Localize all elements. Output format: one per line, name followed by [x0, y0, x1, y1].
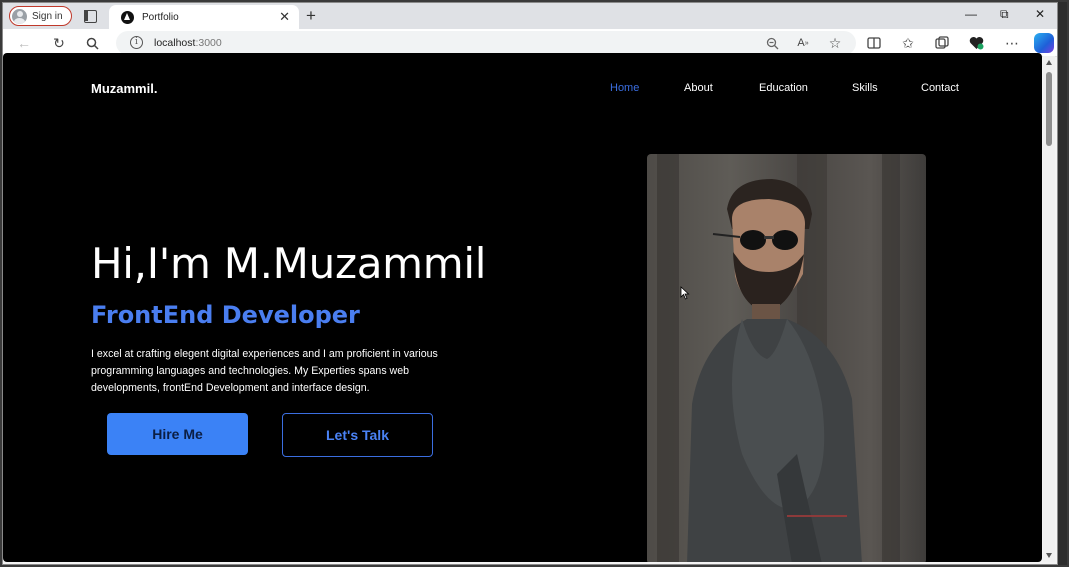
browser-essentials-icon[interactable] [967, 34, 985, 52]
favicon-icon [121, 10, 134, 24]
more-menu-icon[interactable]: ⋯ [1003, 34, 1021, 52]
refresh-icon[interactable]: ↻ [50, 34, 68, 52]
nav-home[interactable]: Home [610, 82, 639, 94]
zoom-icon[interactable] [763, 34, 781, 52]
address-url: localhost:3000 [154, 37, 222, 49]
read-aloud-icon[interactable]: A» [794, 34, 812, 52]
nav-education[interactable]: Education [759, 82, 808, 94]
page-scrollbar[interactable] [1043, 56, 1055, 562]
address-bar[interactable]: i localhost:3000 A» ☆ [116, 31, 856, 55]
lets-talk-button[interactable]: Let's Talk [282, 413, 433, 457]
split-screen-icon[interactable] [865, 34, 883, 52]
favorites-icon[interactable]: ✩ [899, 34, 917, 52]
nav-skills[interactable]: Skills [852, 82, 878, 94]
scroll-down-icon[interactable] [1046, 553, 1052, 558]
tab-actions-icon[interactable] [83, 9, 97, 23]
collections-icon[interactable] [933, 34, 951, 52]
profile-icon [12, 8, 27, 24]
sign-in-button[interactable]: Sign in [9, 6, 72, 26]
search-icon[interactable] [83, 34, 101, 52]
site-info-icon[interactable]: i [130, 36, 143, 49]
new-tab-button[interactable]: + [306, 6, 316, 26]
tab-strip: Sign in Portfolio ✕ + — ⧉ ✕ [3, 3, 1057, 29]
tab-close-icon[interactable]: ✕ [279, 9, 290, 25]
restore-button[interactable]: ⧉ [1000, 7, 1009, 22]
profile-photo [647, 154, 926, 562]
hero-description: I excel at crafting elegent digital expe… [91, 348, 438, 394]
tab-title: Portfolio [142, 11, 179, 23]
hire-me-button[interactable]: Hire Me [107, 413, 248, 455]
sign-in-label: Sign in [32, 10, 63, 22]
nav-contact[interactable]: Contact [921, 82, 959, 94]
back-icon[interactable]: ← [15, 34, 33, 52]
hero-title: Hi,I'm M.Muzammil [91, 239, 487, 288]
scroll-thumb[interactable] [1046, 72, 1052, 146]
copilot-icon[interactable] [1034, 33, 1054, 53]
site-logo[interactable]: Muzammil. [91, 81, 157, 96]
nav-about[interactable]: About [684, 82, 713, 94]
close-window-button[interactable]: ✕ [1035, 7, 1045, 21]
page-viewport: Muzammil. Home About Education Skills Co… [3, 53, 1042, 562]
favorite-star-icon[interactable]: ☆ [826, 34, 844, 52]
minimize-button[interactable]: — [965, 7, 977, 21]
outer-scrollbar [1058, 2, 1067, 565]
hero-role: FrontEnd Developer [91, 301, 360, 329]
mouse-cursor-icon [680, 286, 690, 300]
scroll-up-icon[interactable] [1046, 60, 1052, 65]
browser-tab-portfolio[interactable]: Portfolio ✕ [109, 5, 299, 29]
